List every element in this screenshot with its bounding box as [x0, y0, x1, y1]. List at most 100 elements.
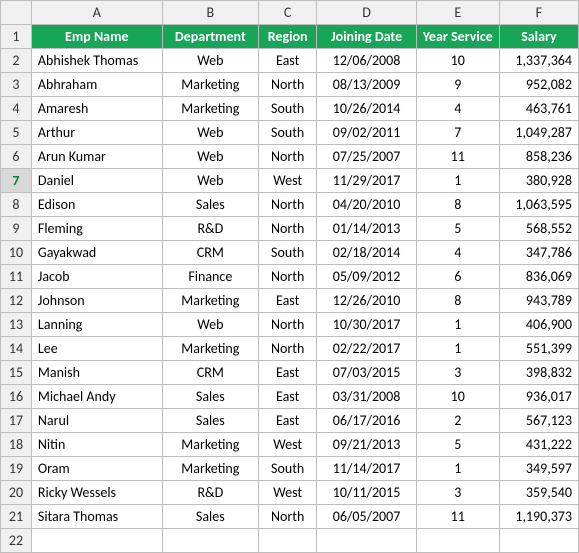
cell-region[interactable]: East [258, 409, 316, 433]
cell-region[interactable]: North [258, 313, 316, 337]
cell-department[interactable]: Marketing [162, 457, 258, 481]
cell-year-service[interactable]: 10 [416, 49, 499, 73]
cell-department[interactable]: Marketing [162, 433, 258, 457]
cell-joining-date[interactable]: 12/06/2008 [317, 49, 416, 73]
cell-department[interactable]: Sales [162, 385, 258, 409]
cell-salary[interactable]: 406,900 [499, 313, 578, 337]
row-header[interactable]: 7 [1, 169, 32, 193]
col-header-E[interactable]: E [416, 1, 499, 25]
header-joining-date[interactable]: Joining Date [317, 25, 416, 49]
cell-emp-name[interactable]: Daniel [31, 169, 162, 193]
cell-joining-date[interactable]: 01/14/2013 [317, 217, 416, 241]
cell-joining-date[interactable]: 03/31/2008 [317, 385, 416, 409]
cell-joining-date[interactable]: 07/25/2007 [317, 145, 416, 169]
cell-salary[interactable]: 1,190,373 [499, 505, 578, 529]
empty-cell[interactable] [162, 529, 258, 553]
cell-year-service[interactable]: 1 [416, 169, 499, 193]
cell-salary[interactable]: 952,082 [499, 73, 578, 97]
cell-department[interactable]: Sales [162, 409, 258, 433]
cell-emp-name[interactable]: Fleming [31, 217, 162, 241]
cell-emp-name[interactable]: Manish [31, 361, 162, 385]
row-header[interactable]: 19 [1, 457, 32, 481]
cell-joining-date[interactable]: 09/02/2011 [317, 121, 416, 145]
row-header[interactable]: 17 [1, 409, 32, 433]
cell-emp-name[interactable]: Abhishek Thomas [31, 49, 162, 73]
cell-salary[interactable]: 463,761 [499, 97, 578, 121]
empty-cell[interactable] [258, 529, 316, 553]
corner-cell[interactable] [1, 1, 32, 25]
cell-department[interactable]: Web [162, 169, 258, 193]
cell-department[interactable]: Sales [162, 505, 258, 529]
cell-joining-date[interactable]: 02/18/2014 [317, 241, 416, 265]
cell-year-service[interactable]: 1 [416, 313, 499, 337]
cell-region[interactable]: East [258, 289, 316, 313]
cell-region[interactable]: South [258, 97, 316, 121]
cell-year-service[interactable]: 3 [416, 481, 499, 505]
cell-emp-name[interactable]: Narul [31, 409, 162, 433]
cell-year-service[interactable]: 11 [416, 145, 499, 169]
cell-salary[interactable]: 1,063,595 [499, 193, 578, 217]
cell-year-service[interactable]: 7 [416, 121, 499, 145]
cell-department[interactable]: Marketing [162, 337, 258, 361]
row-header[interactable]: 16 [1, 385, 32, 409]
cell-department[interactable]: Web [162, 49, 258, 73]
cell-region[interactable]: North [258, 145, 316, 169]
row-header[interactable]: 18 [1, 433, 32, 457]
cell-joining-date[interactable]: 12/26/2010 [317, 289, 416, 313]
cell-salary[interactable]: 836,069 [499, 265, 578, 289]
header-department[interactable]: Department [162, 25, 258, 49]
cell-year-service[interactable]: 3 [416, 361, 499, 385]
row-header[interactable]: 12 [1, 289, 32, 313]
cell-emp-name[interactable]: Abhraham [31, 73, 162, 97]
row-header[interactable]: 9 [1, 217, 32, 241]
cell-emp-name[interactable]: Edison [31, 193, 162, 217]
cell-salary[interactable]: 1,049,287 [499, 121, 578, 145]
cell-region[interactable]: West [258, 481, 316, 505]
cell-salary[interactable]: 431,222 [499, 433, 578, 457]
cell-region[interactable]: West [258, 169, 316, 193]
cell-year-service[interactable]: 1 [416, 337, 499, 361]
cell-department[interactable]: Web [162, 121, 258, 145]
cell-year-service[interactable]: 10 [416, 385, 499, 409]
cell-year-service[interactable]: 4 [416, 97, 499, 121]
cell-year-service[interactable]: 6 [416, 265, 499, 289]
cell-salary[interactable]: 359,540 [499, 481, 578, 505]
cell-salary[interactable]: 568,552 [499, 217, 578, 241]
cell-emp-name[interactable]: Lanning [31, 313, 162, 337]
cell-region[interactable]: South [258, 241, 316, 265]
row-header[interactable]: 13 [1, 313, 32, 337]
cell-salary[interactable]: 567,123 [499, 409, 578, 433]
cell-region[interactable]: East [258, 361, 316, 385]
cell-emp-name[interactable]: Gayakwad [31, 241, 162, 265]
cell-department[interactable]: Marketing [162, 73, 258, 97]
cell-region[interactable]: North [258, 505, 316, 529]
empty-cell[interactable] [416, 529, 499, 553]
cell-joining-date[interactable]: 11/14/2017 [317, 457, 416, 481]
empty-cell[interactable] [31, 529, 162, 553]
header-salary[interactable]: Salary [499, 25, 578, 49]
cell-department[interactable]: Marketing [162, 289, 258, 313]
cell-year-service[interactable]: 8 [416, 193, 499, 217]
cell-emp-name[interactable]: Johnson [31, 289, 162, 313]
cell-joining-date[interactable]: 06/17/2016 [317, 409, 416, 433]
cell-joining-date[interactable]: 06/05/2007 [317, 505, 416, 529]
header-year-service[interactable]: Year Service [416, 25, 499, 49]
cell-department[interactable]: Web [162, 145, 258, 169]
cell-emp-name[interactable]: Amaresh [31, 97, 162, 121]
cell-department[interactable]: R&D [162, 217, 258, 241]
cell-emp-name[interactable]: Nitin [31, 433, 162, 457]
cell-year-service[interactable]: 9 [416, 73, 499, 97]
cell-region[interactable]: East [258, 49, 316, 73]
cell-joining-date[interactable]: 07/03/2015 [317, 361, 416, 385]
empty-cell[interactable] [317, 529, 416, 553]
cell-joining-date[interactable]: 08/13/2009 [317, 73, 416, 97]
cell-department[interactable]: R&D [162, 481, 258, 505]
row-header[interactable]: 6 [1, 145, 32, 169]
cell-salary[interactable]: 380,928 [499, 169, 578, 193]
cell-joining-date[interactable]: 11/29/2017 [317, 169, 416, 193]
cell-emp-name[interactable]: Oram [31, 457, 162, 481]
cell-year-service[interactable]: 11 [416, 505, 499, 529]
cell-salary[interactable]: 936,017 [499, 385, 578, 409]
row-header[interactable]: 15 [1, 361, 32, 385]
cell-joining-date[interactable]: 02/22/2017 [317, 337, 416, 361]
